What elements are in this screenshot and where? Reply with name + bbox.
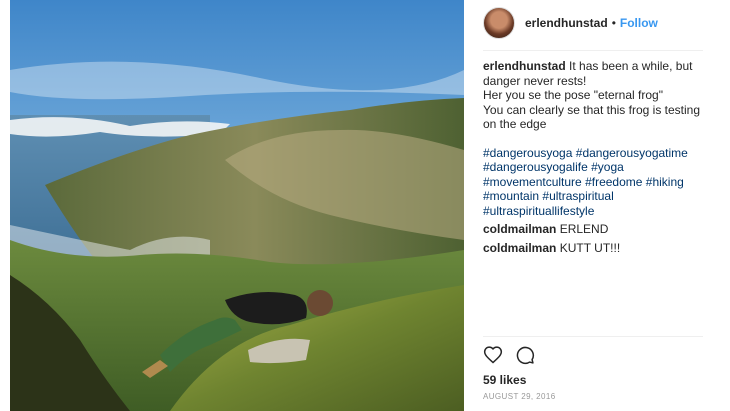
avatar[interactable] xyxy=(483,7,515,39)
post-date: AUGUST 29, 2016 xyxy=(483,392,556,401)
comment: coldmailman KUTT UT!!! xyxy=(483,241,708,256)
hashtag-link[interactable]: #ultraspiritual xyxy=(542,189,613,203)
comment-username[interactable]: coldmailman xyxy=(483,241,556,255)
post-sidebar: erlendhunstad • Follow erlendhunstad It … xyxy=(464,0,720,411)
separator-dot: • xyxy=(611,16,616,30)
caption-line-2: Her you se the pose "eternal frog" xyxy=(483,88,663,102)
instagram-post: erlendhunstad • Follow erlendhunstad It … xyxy=(0,0,730,411)
follow-button[interactable]: Follow xyxy=(620,16,658,30)
hashtag-link[interactable]: #movementculture xyxy=(483,175,582,189)
comment-text: ERLEND xyxy=(559,222,609,236)
header-divider xyxy=(483,50,703,51)
hashtag-link[interactable]: #ultraspirituallifestyle xyxy=(483,204,594,218)
comments-section: erlendhunstad It has been a while, but d… xyxy=(483,59,708,255)
post-actions xyxy=(483,345,535,365)
hashtag-link[interactable]: #yoga xyxy=(591,160,624,174)
comment: coldmailman ERLEND xyxy=(483,222,708,237)
landscape-photo xyxy=(10,0,464,411)
hashtag-link[interactable]: #dangerousyogatime xyxy=(576,146,688,160)
caption: erlendhunstad It has been a while, but d… xyxy=(483,59,708,132)
hashtag-link[interactable]: #dangerousyogalife xyxy=(483,160,588,174)
caption-username[interactable]: erlendhunstad xyxy=(483,59,566,73)
comment-icon[interactable] xyxy=(515,345,535,365)
header-username[interactable]: erlendhunstad xyxy=(525,16,608,30)
comment-text: KUTT UT!!! xyxy=(559,240,621,255)
hashtag-link[interactable]: #dangerousyoga xyxy=(483,146,572,160)
post-header: erlendhunstad • Follow xyxy=(464,0,720,46)
hashtag-link[interactable]: #hiking xyxy=(646,175,684,189)
post-photo[interactable] xyxy=(10,0,464,411)
actions-divider xyxy=(483,336,703,337)
hashtag-link[interactable]: #mountain xyxy=(483,189,539,203)
comment-username[interactable]: coldmailman xyxy=(483,222,556,236)
hashtag-link[interactable]: #freedome xyxy=(585,175,642,189)
like-count[interactable]: 59 likes xyxy=(483,373,526,387)
hashtags: #dangerousyoga #dangerousyogatime #dange… xyxy=(483,146,708,219)
caption-line-3: You can clearly se that this frog is tes… xyxy=(483,102,701,132)
heart-icon[interactable] xyxy=(483,345,503,365)
